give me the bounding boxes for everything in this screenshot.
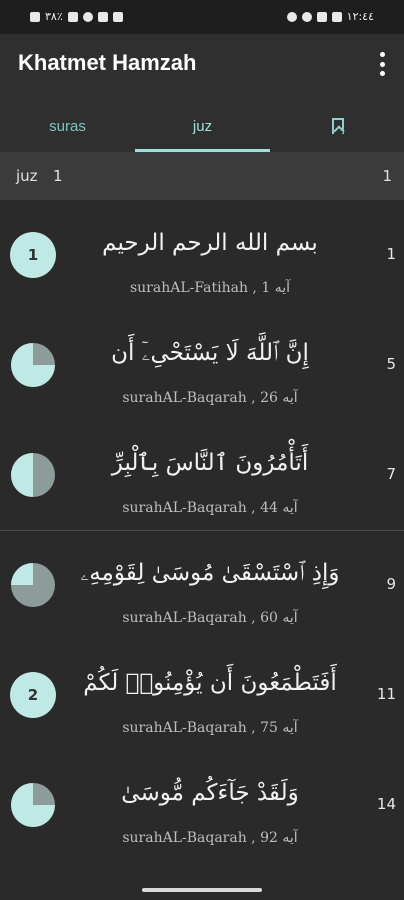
page-number: 7 — [386, 465, 396, 483]
toggle-icon — [286, 11, 297, 22]
page-number: 9 — [386, 575, 396, 593]
tab-bookmarks[interactable] — [270, 100, 404, 152]
separator: , — [246, 500, 261, 516]
pie-fill — [11, 563, 33, 585]
separator: , — [247, 280, 262, 296]
list-item[interactable]: 2 أَفَتَطْمَعُونَ أَن يُؤْمِنُوا۟ لَكُمْ s… — [0, 640, 404, 750]
juz-start-badge: 2 — [10, 672, 56, 718]
juz-page: 1 — [382, 167, 392, 185]
bookmark-icon — [331, 118, 344, 134]
status-bar: ٣٨٪ ١٢:٤٤ — [0, 0, 404, 34]
progress-pie-icon — [11, 563, 55, 607]
clock: ١٢:٤٤ — [346, 10, 374, 23]
juz-label: juz — [16, 167, 38, 185]
ayah-reference: surahAL-Baqarah , 26 آيه — [60, 390, 360, 406]
surah-name: surahAL-Baqarah — [122, 500, 247, 516]
page-number: 14 — [376, 795, 396, 813]
battery-percentage: ٣٨٪ — [45, 10, 63, 23]
message-icon — [331, 11, 342, 22]
ayah-number: 60 — [260, 610, 278, 626]
ayah-number: 26 — [260, 390, 278, 406]
list-item[interactable]: وَلَقَدْ جَآءَكُم مُّوسَىٰ surahAL-Baqara… — [0, 750, 404, 860]
ayah-number: 44 — [260, 500, 278, 516]
ayah-label: آيه — [277, 830, 298, 846]
app-bar: Khatmet Hamzah — [0, 34, 404, 100]
juz-number: 1 — [53, 167, 63, 185]
tab-bar: suras juz — [0, 100, 404, 152]
ayah-text: وَإِذِ ٱسْتَسْقَىٰ مُوسَىٰ لِقَوْمِهِۦ — [80, 560, 340, 586]
alarm-icon — [30, 11, 40, 22]
surah-name: surahAL-Baqarah — [122, 830, 247, 846]
list-item[interactable]: إِنَّ ٱللَّهَ لَا يَسْتَحْىِۦٓ أَن surahA… — [0, 310, 404, 420]
page-number: 1 — [386, 245, 396, 263]
ayah-text: أَفَتَطْمَعُونَ أَن يُؤْمِنُوا۟ لَكُمْ — [83, 670, 337, 696]
progress-pie-icon — [11, 453, 55, 497]
app-title: Khatmet Hamzah — [18, 50, 197, 75]
separator: , — [246, 720, 261, 736]
ayah-number: 92 — [260, 830, 278, 846]
home-indicator[interactable] — [142, 888, 262, 892]
pie-fill — [11, 453, 33, 497]
gallery-icon — [316, 11, 327, 22]
surah-name: surahAL-Baqarah — [122, 610, 247, 626]
juz-start-number: 2 — [27, 686, 39, 704]
vibrate-icon — [97, 11, 108, 22]
ayah-number: 75 — [260, 720, 278, 736]
page-number: 5 — [386, 355, 396, 373]
progress-pie-icon — [11, 343, 55, 387]
surah-name: surahAL-Baqarah — [122, 390, 247, 406]
surah-name: surahAL-Baqarah — [122, 720, 247, 736]
ayah-text: بسم الله الرحم الرحيم — [102, 230, 318, 256]
tab-suras[interactable]: suras — [0, 100, 135, 152]
progress-pie-icon — [11, 783, 55, 827]
facebook-icon — [301, 11, 312, 22]
battery-icon — [112, 11, 123, 22]
juz-start-number: 1 — [27, 246, 39, 264]
ayah-label: آيه — [270, 280, 291, 296]
ayah-label: آيه — [277, 610, 298, 626]
signal-icon — [67, 11, 78, 22]
ayah-reference: surahAL-Baqarah , 60 آيه — [60, 610, 360, 626]
more-options-icon[interactable] — [378, 52, 386, 76]
juz-header: juz 1 1 — [0, 152, 404, 200]
separator: , — [246, 610, 261, 626]
ayah-label: آيه — [277, 390, 298, 406]
separator: , — [246, 390, 261, 406]
ayah-reference: surahAL-Baqarah , 92 آيه — [60, 830, 360, 846]
ayah-reference: surahAL-Baqarah , 75 آيه — [60, 720, 360, 736]
ayah-text: وَلَقَدْ جَآءَكُم مُّوسَىٰ — [121, 780, 299, 806]
ayah-text: أَتَأْمُرُونَ ٱلنَّاسَ بِٱلْبِرِّ — [111, 450, 309, 476]
list-item[interactable]: أَتَأْمُرُونَ ٱلنَّاسَ بِٱلْبِرِّ surahAL… — [0, 420, 404, 530]
ayah-reference: surahAL-Fatihah , 1 آيه — [60, 280, 360, 296]
ayah-label: آيه — [277, 500, 298, 516]
ayah-number: 1 — [261, 280, 271, 296]
tab-juz[interactable]: juz — [135, 100, 270, 152]
ayah-reference: surahAL-Baqarah , 44 آيه — [60, 500, 360, 516]
wifi-icon — [82, 11, 93, 22]
list-item[interactable]: وَإِذِ ٱسْتَسْقَىٰ مُوسَىٰ لِقَوْمِهِۦ su… — [0, 530, 404, 640]
list-item[interactable]: 1 بسم الله الرحم الرحيم surahAL-Fatihah , … — [0, 200, 404, 310]
ayah-label: آيه — [277, 720, 298, 736]
surah-name: surahAL-Fatihah — [129, 280, 248, 296]
juz-start-badge: 1 — [10, 232, 56, 278]
page-number: 11 — [376, 685, 396, 703]
ayah-text: إِنَّ ٱللَّهَ لَا يَسْتَحْىِۦٓ أَن — [111, 340, 309, 366]
separator: , — [246, 830, 261, 846]
